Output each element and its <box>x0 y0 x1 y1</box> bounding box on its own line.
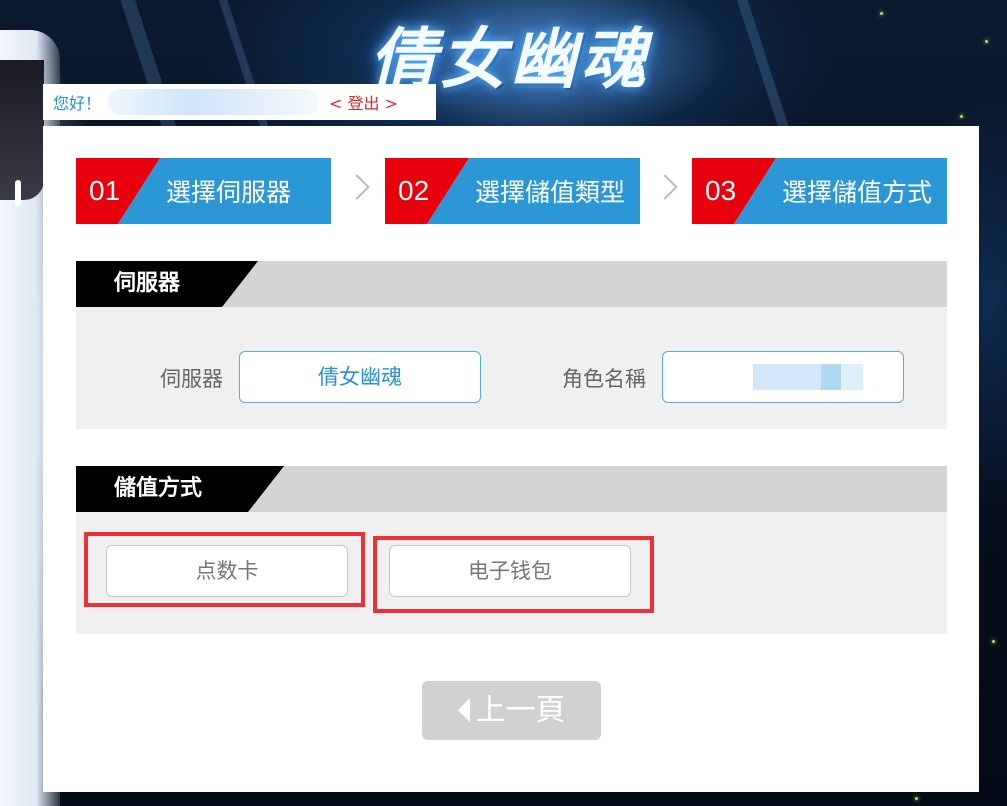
step-2: 02 選擇儲值類型 <box>385 158 640 224</box>
sparkle <box>915 797 918 800</box>
server-section: 伺服器 伺服器 倩女幽魂 角色名稱 <box>76 261 947 429</box>
payment-section-header: 儲值方式 <box>76 466 947 512</box>
role-name-redacted <box>703 364 863 390</box>
role-name-field[interactable] <box>662 351 904 403</box>
character-earring <box>15 180 21 206</box>
step-progress: 01 選擇伺服器 02 選擇儲值類型 03 選擇儲值方式 <box>76 158 947 224</box>
sparkle <box>992 640 995 643</box>
greeting-text: 您好！ <box>53 94 102 113</box>
previous-page-label: 上一頁 <box>475 693 566 728</box>
sparkle <box>985 40 988 43</box>
payment-section-title: 儲值方式 <box>76 466 284 512</box>
recharge-panel: 01 選擇伺服器 02 選擇儲值類型 03 選擇儲值方式 伺服器 伺服器 倩女幽… <box>43 126 979 792</box>
step-1: 01 選擇伺服器 <box>76 158 331 224</box>
greeting-bar: 您好！ < 登出 > <box>43 84 436 120</box>
server-section-title: 伺服器 <box>76 261 258 307</box>
payment-section: 儲值方式 点数卡 电子钱包 <box>76 466 947 634</box>
e-wallet-button[interactable]: 电子钱包 <box>389 545 631 597</box>
character-hair <box>0 60 44 200</box>
sparkle <box>880 12 883 15</box>
server-field[interactable]: 倩女幽魂 <box>239 351 481 403</box>
point-card-button[interactable]: 点数卡 <box>106 545 348 597</box>
server-field-label: 伺服器 <box>160 367 223 391</box>
server-section-header: 伺服器 <box>76 261 947 307</box>
chevron-right-icon <box>652 174 678 200</box>
logout-link[interactable]: < 登出 > <box>329 90 398 114</box>
role-name-label: 角色名稱 <box>562 367 646 391</box>
chevron-right-icon <box>344 174 370 200</box>
left-arrow-icon <box>457 697 470 722</box>
step-3: 03 選擇儲值方式 <box>692 158 947 224</box>
sparkle <box>960 115 963 118</box>
previous-page-button[interactable]: 上一頁 <box>422 681 601 740</box>
username-redacted <box>107 89 320 115</box>
